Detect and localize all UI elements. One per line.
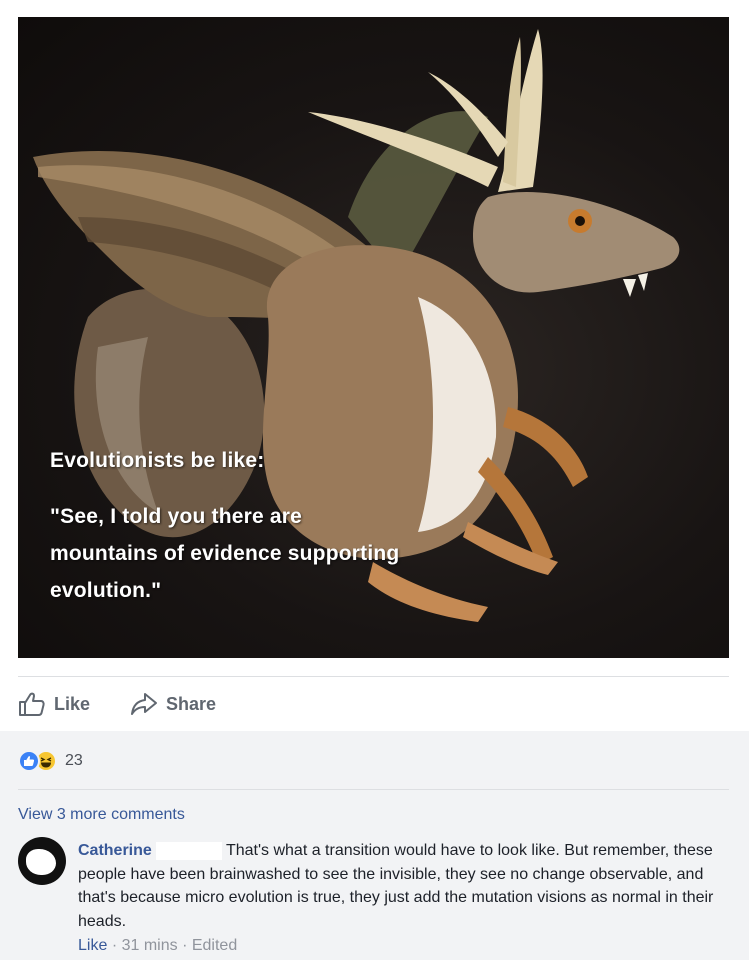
comment-author[interactable]: Catherine (78, 842, 152, 859)
post-card: Evolutionists be like: "See, I told you … (0, 0, 749, 960)
meme-caption-line1: Evolutionists be like: (50, 449, 265, 472)
meme-caption-line2: "See, I told you there are (50, 505, 303, 528)
comment-meta: Like · 31 mins · Edited (78, 937, 237, 955)
post-actions-bar: Like Share (18, 676, 729, 731)
redacted-name (155, 841, 222, 860)
meta-separator: · (111, 937, 118, 954)
share-button-label: Share (166, 693, 217, 714)
like-button-label: Like (54, 693, 91, 714)
thumbs-up-icon (19, 692, 45, 716)
share-button[interactable]: Share (130, 691, 216, 717)
reactions-summary[interactable]: 23 (18, 749, 83, 773)
share-arrow-icon (131, 693, 158, 715)
comment-body: Catherine That's what a transition would… (78, 839, 718, 933)
like-button[interactable]: Like (18, 691, 90, 717)
meta-separator-2: · (182, 937, 188, 954)
meme-caption-line3: mountains of evidence supporting (50, 542, 400, 565)
meme-caption: Evolutionists be like: "See, I told you … (50, 442, 510, 609)
edited-label[interactable]: Edited (192, 937, 237, 954)
comment-timestamp[interactable]: 31 mins (122, 937, 178, 954)
reaction-count: 23 (65, 752, 83, 769)
divider (18, 789, 729, 790)
comment-like-link[interactable]: Like (78, 937, 107, 954)
post-image[interactable]: Evolutionists be like: "See, I told you … (18, 17, 729, 658)
comments-section: 23 View 3 more comments Catherine That's… (0, 731, 749, 960)
view-more-comments-link[interactable]: View 3 more comments (18, 806, 185, 824)
avatar[interactable] (18, 837, 66, 885)
meme-caption-line4: evolution." (50, 579, 162, 602)
like-icon (18, 750, 40, 772)
